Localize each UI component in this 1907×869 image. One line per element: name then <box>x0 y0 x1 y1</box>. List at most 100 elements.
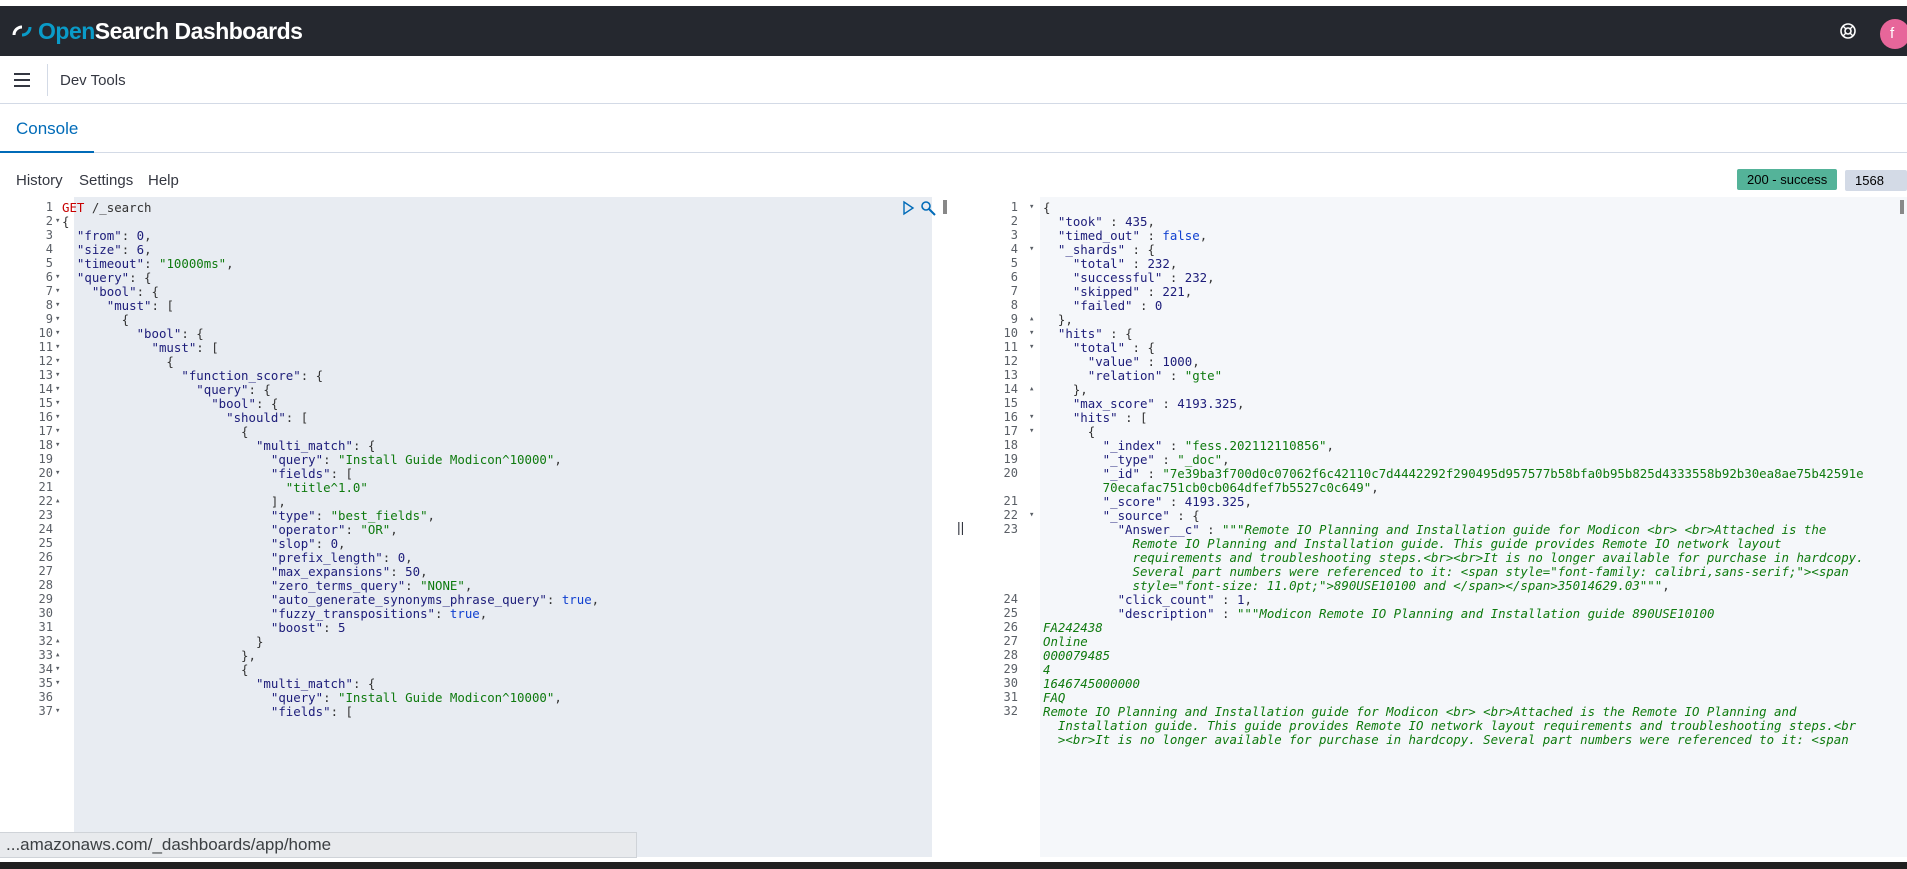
request-time-badge: 1568 ms <box>1845 170 1907 209</box>
code-token: , <box>1662 578 1670 593</box>
hamburger-icon-bar <box>14 85 30 87</box>
code-token: : { <box>300 368 324 383</box>
pane-resize-handle[interactable]: || <box>957 519 964 535</box>
code-token: : <box>1214 606 1237 621</box>
code-token: , <box>226 256 234 271</box>
response-scrollbar[interactable] <box>1900 200 1904 214</box>
status-badge: 200 - success <box>1737 169 1838 190</box>
code-token: "10000ms" <box>158 256 227 271</box>
line-number: 37 <box>38 704 53 718</box>
code-token: : [ <box>1117 410 1148 425</box>
taskbar-strip <box>0 862 1907 869</box>
code-token: /_search <box>91 200 152 215</box>
request-editor[interactable]: 1 GET /_search 2 ▾{3 "from": 0, 4 "size": 6,… <box>10 197 932 857</box>
fold-toggle-icon[interactable]: ▾ <box>1029 423 1034 440</box>
brand-open: Open <box>38 17 95 44</box>
code-token: "Install Guide Modicon^10000" <box>338 452 555 467</box>
line-number: 32 <box>1003 704 1018 718</box>
fold-toggle-icon[interactable]: ▾ <box>55 703 60 720</box>
fold-toggle-icon[interactable]: ▾ <box>55 213 60 230</box>
link-status-bar: ...amazonaws.com/_dashboards/app/home <box>0 832 637 858</box>
breadcrumb-dev-tools[interactable]: Dev Tools <box>60 72 126 89</box>
code-token: , <box>591 592 600 607</box>
code-token: , <box>427 508 436 523</box>
brand-dashboards: Dashboards <box>174 17 303 44</box>
code-token: false <box>1162 228 1200 243</box>
opensearch-logo-icon <box>12 25 32 37</box>
line-number: 23 <box>1003 522 1018 536</box>
fold-toggle-icon[interactable]: ▾ <box>1029 507 1034 524</box>
fold-toggle-icon[interactable]: ▾ <box>1029 199 1034 216</box>
wrench-icon[interactable] <box>920 200 938 218</box>
code-token: , <box>554 452 562 467</box>
code-line: "fields": [ <box>62 703 353 720</box>
fold-toggle-icon[interactable]: ▾ <box>55 465 60 482</box>
code-token: ><br>It is no longer available for purch… <box>1043 732 1849 747</box>
code-token: : <box>1154 396 1178 411</box>
code-token: true <box>561 592 592 607</box>
code-token: , <box>479 606 488 621</box>
code-token: true <box>449 606 480 621</box>
code-token: : <box>1132 298 1155 313</box>
top-header: OpenSearch Dashboards f <box>0 6 1907 56</box>
code-token: 000079485 <box>1043 648 1111 663</box>
code-token: : <box>323 620 339 635</box>
code-token: : [ <box>196 340 219 355</box>
code-token: "Install Guide Modicon^10000" <box>338 690 555 705</box>
code-token: "fields" <box>62 704 331 719</box>
fold-toggle-icon[interactable]: ▾ <box>55 675 60 692</box>
breadcrumb-bar: Dev Tools <box>0 56 1907 104</box>
request-scrollbar[interactable] <box>943 200 947 214</box>
help-link[interactable]: Help <box>148 172 179 189</box>
code-token: 5 <box>338 620 346 635</box>
fold-toggle-icon[interactable]: ▴ <box>1029 381 1034 398</box>
code-token: , <box>1371 480 1379 495</box>
code-token: , <box>554 690 562 705</box>
code-token: , <box>1184 284 1193 299</box>
tab-console[interactable]: Console <box>0 105 94 153</box>
code-token: """ <box>1639 578 1663 593</box>
code-token: "gte" <box>1184 368 1223 383</box>
help-icon[interactable] <box>1838 21 1858 41</box>
code-token: : [ <box>285 410 309 425</box>
code-token: : <box>1162 368 1185 383</box>
brand-text: OpenSearch Dashboards <box>38 17 303 45</box>
fold-toggle-icon[interactable]: ▾ <box>55 437 60 454</box>
code-line: ><br>It is no longer available for purch… <box>1043 731 1849 748</box>
hamburger-icon <box>14 73 30 75</box>
brand-search: Search <box>94 17 169 44</box>
code-token: : [ <box>330 704 353 719</box>
settings-link[interactable]: Settings <box>79 172 133 189</box>
code-token: """ <box>1236 606 1260 621</box>
code-token: : <box>435 606 450 621</box>
fold-toggle-icon[interactable]: ▾ <box>1029 339 1034 356</box>
hamburger-icon-bar <box>14 79 30 81</box>
code-line: 000079485 <box>1043 647 1110 664</box>
opensearch-logo[interactable]: OpenSearch Dashboards <box>10 17 303 45</box>
code-token: , <box>390 522 398 537</box>
fold-toggle-icon[interactable]: ▾ <box>1029 241 1034 258</box>
code-token: 221 <box>1162 284 1185 299</box>
response-editor[interactable]: 1 ▾{2 "took" : 435, 3 "timed_out" : false,… <box>968 197 1907 857</box>
menu-toggle-button[interactable] <box>12 70 32 90</box>
console-toolbar: History Settings Help 200 - success 1568… <box>0 165 1907 209</box>
user-avatar[interactable]: f <box>1880 19 1907 49</box>
code-token: , <box>1199 228 1208 243</box>
history-link[interactable]: History <box>16 172 63 189</box>
code-token: 0 <box>1154 298 1163 313</box>
code-token: , <box>1207 270 1215 285</box>
code-token: : <box>345 522 361 537</box>
fold-toggle-icon[interactable]: ▴ <box>55 493 60 510</box>
code-token: 4193.325 <box>1177 396 1237 411</box>
divider <box>47 64 48 96</box>
code-token: : <box>546 592 562 607</box>
code-token: , <box>1244 494 1252 509</box>
code-token: , <box>1326 438 1334 453</box>
play-icon[interactable] <box>900 200 916 216</box>
code-token: Modicon Remote IO Planning and Installat… <box>1259 606 1715 621</box>
line-number: 20 <box>1003 466 1018 480</box>
code-token: : [ <box>151 298 174 313</box>
code-line: "description" : """Modicon Remote IO Pla… <box>1043 605 1715 622</box>
code-token: , <box>1236 396 1245 411</box>
code-line: GET /_search <box>62 199 152 216</box>
